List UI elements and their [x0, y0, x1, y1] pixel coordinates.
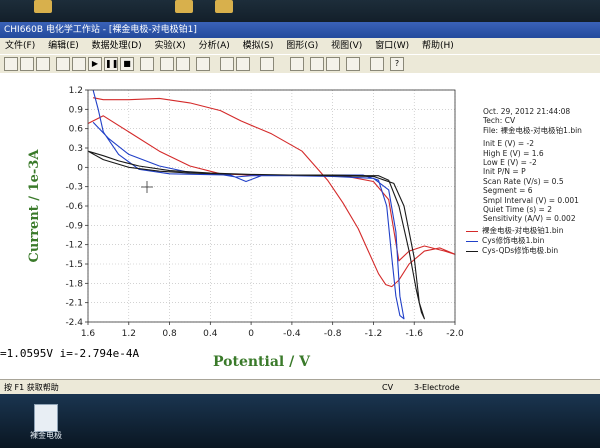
y-tick-label: -0.9	[65, 221, 83, 231]
info-param: High E (V) = 1.6	[483, 148, 544, 158]
cv-chart: 1.6 1.2 0.8 0.4 0 -0.4 -0.8 -1.2 -1.6 -2.0 1.2 0.9 0…	[27, 86, 464, 370]
info-param: Init E (V) = -2	[483, 139, 535, 149]
x-tick-label: 0	[248, 329, 254, 339]
info-param: Sensitivity (A/V) = 0.002	[483, 214, 576, 224]
info-param: Init P/N = P	[483, 167, 526, 177]
y-tick-label: 0.6	[69, 125, 84, 135]
y-tick-label: -2.4	[65, 318, 83, 328]
y-tick-label: -1.5	[65, 260, 83, 270]
info-file: File: 裸金电极-对电极铂1.bin	[483, 125, 582, 135]
y-axis-label: Current / 1e-3A	[27, 149, 42, 263]
y-tick-label: -1.8	[65, 279, 83, 289]
y-tick-label: 0.3	[69, 144, 83, 154]
x-tick-label: 1.2	[122, 329, 136, 339]
info-param: Scan Rate (V/s) = 0.5	[483, 176, 564, 186]
y-tick-label: 0.9	[69, 105, 84, 115]
y-tick-label: -0.3	[65, 183, 83, 193]
experiment-info: Oct. 29, 2012 21:44:08 Tech: CV File: 裸金…	[483, 107, 582, 224]
info-param: Segment = 6	[483, 186, 533, 196]
info-param: Smpl Interval (V) = 0.001	[483, 195, 579, 205]
legend-swatch	[466, 241, 478, 242]
series-line	[87, 97, 456, 288]
x-tick-label: -0.8	[324, 329, 342, 339]
info-tech: Tech: CV	[483, 116, 516, 126]
x-tick-label: -2.0	[446, 329, 464, 339]
legend-label: Cys修饰电极1.bin	[482, 236, 545, 245]
y-tick-label: -0.6	[65, 202, 83, 212]
info-param: Quiet Time (s) = 2	[483, 204, 553, 214]
x-tick-label: -0.4	[283, 329, 301, 339]
y-tick-label: -1.2	[65, 241, 83, 251]
x-tick-label: 1.6	[81, 329, 96, 339]
x-tick-label: -1.6	[405, 329, 423, 339]
series-line	[87, 150, 425, 320]
y-tick-label: 1.2	[69, 86, 83, 96]
y-tick-label: 0	[77, 163, 83, 173]
info-date: Oct. 29, 2012 21:44:08	[483, 107, 571, 116]
x-tick-label: 0.8	[162, 329, 177, 339]
x-axis-label: Potential / V	[213, 354, 311, 370]
legend-swatch	[466, 231, 478, 232]
legend-label: Cys-QDs修饰电极.bin	[482, 246, 559, 255]
y-tick-label: -2.1	[65, 299, 83, 309]
x-tick-label: 0.4	[203, 329, 218, 339]
info-param: Low E (V) = -2	[483, 157, 537, 167]
x-tick-label: -1.2	[365, 329, 383, 339]
legend-label: 裸金电极-对电极铂1.bin	[482, 226, 564, 235]
legend-swatch	[466, 251, 478, 252]
